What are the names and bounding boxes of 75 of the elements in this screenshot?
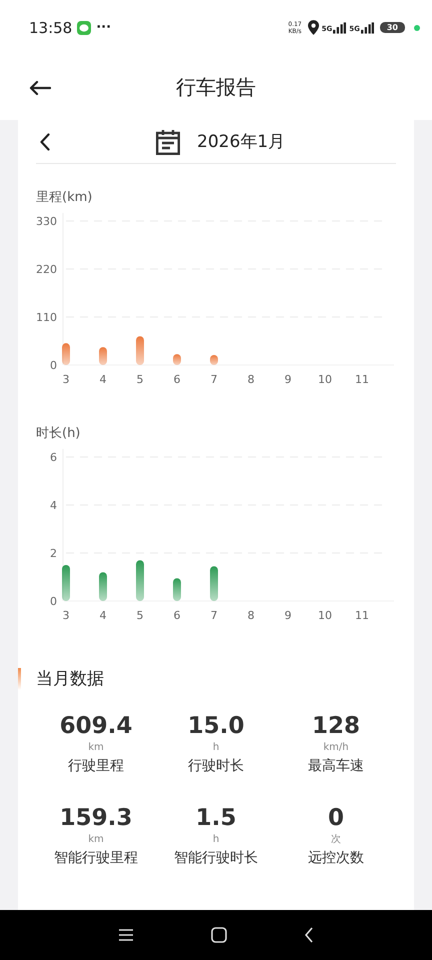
stat-unit: km <box>88 833 104 847</box>
month-label[interactable]: 2026年1月 <box>197 130 286 153</box>
bar[interactable] <box>210 566 218 601</box>
calendar-icon[interactable] <box>156 128 180 154</box>
stat-label: 行驶时长 <box>188 757 244 776</box>
back-icon[interactable] <box>304 927 314 943</box>
stat-value: 1.5 <box>196 804 236 832</box>
status-dot <box>414 24 420 30</box>
axis-label: 4 <box>100 609 106 622</box>
chart-title: 里程(km) <box>36 189 94 206</box>
previous-month-button[interactable] <box>38 130 52 152</box>
stat-label: 行驶里程 <box>68 757 124 776</box>
axis-label: 4 <box>100 373 106 386</box>
stat-value: 159.3 <box>60 804 132 832</box>
stat-label: 智能行驶时长 <box>174 849 258 868</box>
battery-indicator: 30 <box>380 22 405 33</box>
stat-unit: km <box>88 741 104 755</box>
bar[interactable] <box>210 354 218 365</box>
home-icon[interactable] <box>211 927 227 943</box>
bar[interactable] <box>173 354 181 365</box>
stat-value: 15.0 <box>188 712 244 740</box>
bar[interactable] <box>62 565 70 601</box>
bar[interactable] <box>136 336 144 365</box>
axis-label: 6 <box>50 451 57 464</box>
axis-label: 330 <box>36 215 57 228</box>
stat-unit: 次 <box>331 833 341 847</box>
axis-label: 5 <box>136 609 144 622</box>
chevron-left-icon <box>40 132 50 150</box>
axis-label: 7 <box>210 609 218 622</box>
axis-label: 8 <box>248 373 254 386</box>
axis-label: 220 <box>36 263 57 276</box>
axis-label: 7 <box>210 373 218 386</box>
more-notifications: ··· <box>96 20 112 35</box>
stat-label: 智能行驶里程 <box>54 849 138 868</box>
stat-value: 128 <box>312 712 360 740</box>
bar[interactable] <box>62 343 70 365</box>
signal-icon <box>333 22 346 34</box>
axis-label: 5 <box>136 373 144 386</box>
stat-unit: h <box>212 741 220 755</box>
stat-value: 0 <box>328 804 344 832</box>
axis-label: 11 <box>355 609 369 622</box>
status-time: 13:58 <box>29 18 72 36</box>
bar[interactable] <box>99 347 107 365</box>
stat-unit: km/h <box>323 741 349 755</box>
axis-label: 10 <box>318 373 332 386</box>
axis-label: 8 <box>248 609 254 622</box>
stat-label: 远控次数 <box>308 849 364 868</box>
location-icon <box>308 20 319 35</box>
back-arrow-icon <box>29 80 51 96</box>
axis-label: 2 <box>50 547 57 560</box>
stat-value: 609.4 <box>60 712 132 740</box>
section-title: 当月数据 <box>36 668 104 690</box>
axis-label: 0 <box>50 595 57 608</box>
bar[interactable] <box>99 572 107 601</box>
axis-label: 110 <box>36 311 57 324</box>
axis-label: 6 <box>174 609 180 622</box>
axis-label: 3 <box>62 609 70 622</box>
page-title: 行车报告 <box>176 74 256 101</box>
axis-label: 0 <box>50 359 57 372</box>
axis-label: 4 <box>50 499 57 512</box>
section-accent <box>18 668 21 690</box>
signal-icon <box>360 22 374 34</box>
axis-label: 11 <box>355 373 369 386</box>
bar[interactable] <box>173 578 181 601</box>
stat-unit: h <box>212 833 220 847</box>
bar[interactable] <box>136 560 144 601</box>
axis-label: 3 <box>62 373 70 386</box>
axis-label: 10 <box>318 609 332 622</box>
menu-icon[interactable] <box>118 928 134 942</box>
chart-title: 时长(h) <box>36 425 82 442</box>
axis-label: 6 <box>174 373 180 386</box>
axis-label: 9 <box>284 373 292 386</box>
axis-label: 9 <box>284 609 292 622</box>
chat-icon <box>77 20 92 34</box>
stat-label: 最高车速 <box>308 757 364 776</box>
